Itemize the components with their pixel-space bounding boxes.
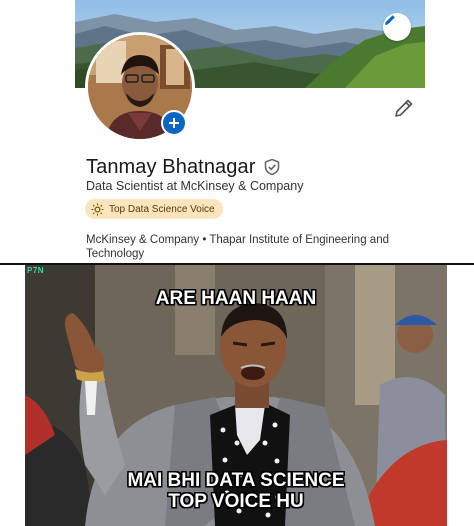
meme-caption-line-1: MAI BHI DATA SCIENCE xyxy=(127,470,345,491)
meme-image: P7N ARE HAAN HAAN MAI BHI DATA SCIENCE T… xyxy=(25,265,447,526)
edit-banner-button[interactable] xyxy=(383,13,411,41)
top-voice-badge[interactable]: Top Data Science Voice xyxy=(85,199,223,219)
name-row: Tanmay Bhatnagar xyxy=(86,154,281,180)
meme-caption-top: ARE HAAN HAAN xyxy=(155,288,317,309)
profile-name: Tanmay Bhatnagar xyxy=(86,155,256,178)
pencil-icon xyxy=(395,99,413,117)
edit-profile-button[interactable] xyxy=(393,97,415,119)
profile-card: Tanmay Bhatnagar Data Scientist at McKin… xyxy=(75,0,425,262)
profile-affiliations[interactable]: McKinsey & Company • Thapar Institute of… xyxy=(86,233,416,261)
badge-label: Top Data Science Voice xyxy=(109,203,215,215)
meme-caption-line-2: TOP VOICE HU xyxy=(168,491,304,512)
watermark-logo: P7N xyxy=(27,266,45,275)
verified-shield-icon[interactable] xyxy=(263,158,281,176)
pencil-icon xyxy=(385,15,395,25)
profile-headline: Data Scientist at McKinsey & Company xyxy=(86,179,304,193)
plus-icon xyxy=(169,118,179,128)
sun-icon xyxy=(91,203,104,215)
add-photo-button[interactable] xyxy=(161,110,187,136)
meme-caption-bottom: MAI BHI DATA SCIENCE TOP VOICE HU xyxy=(25,470,447,512)
